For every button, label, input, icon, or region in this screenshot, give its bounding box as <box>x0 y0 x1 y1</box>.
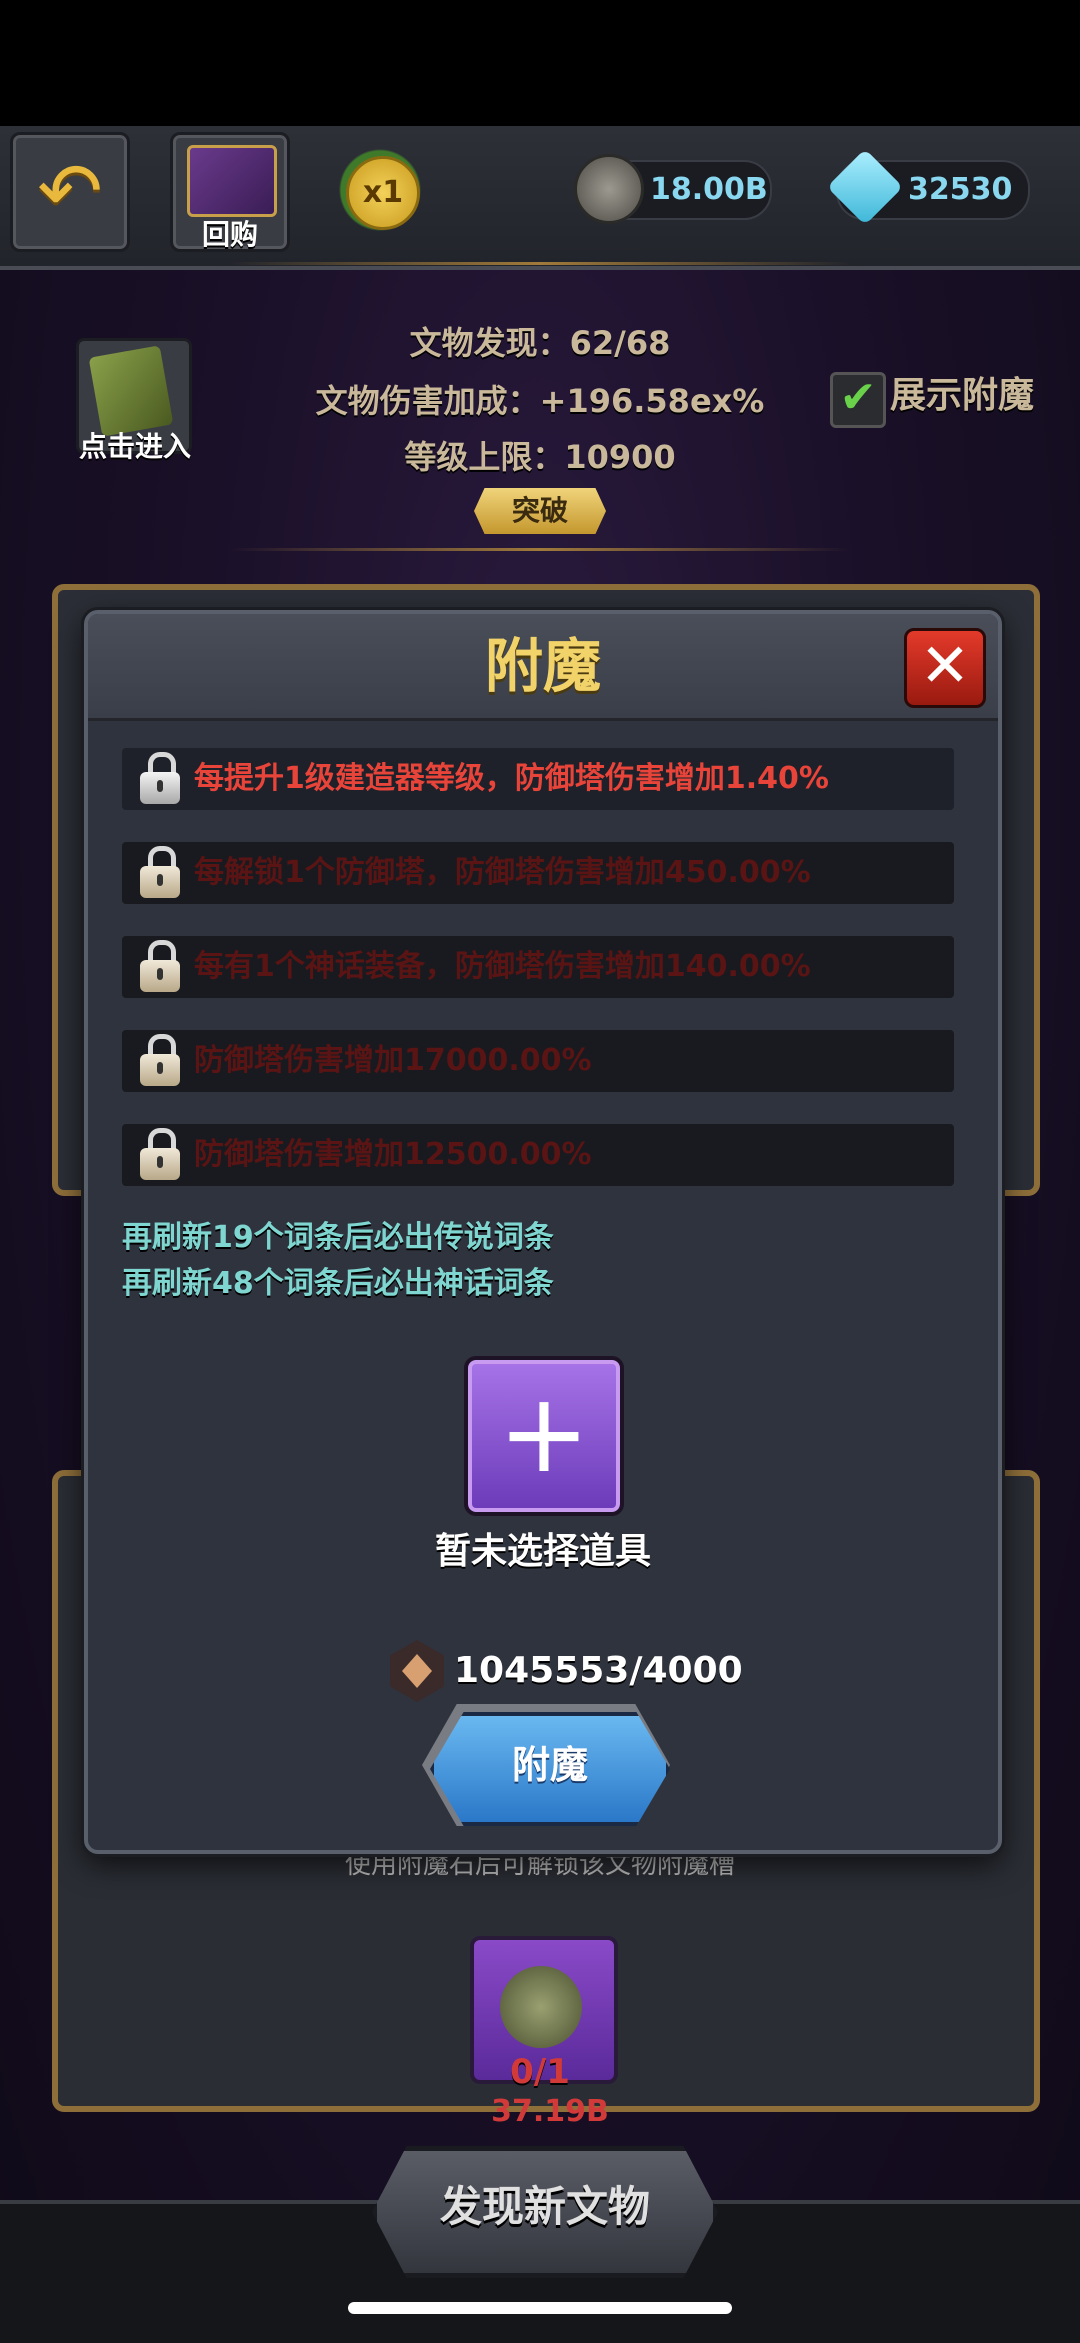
affix-text: 每有1个神话装备，防御塔伤害增加140.00% <box>194 949 811 984</box>
gear-coin-icon <box>574 154 644 224</box>
affix-text: 每提升1级建造器等级，防御塔伤害增加1.40% <box>194 761 829 796</box>
artifact-icon <box>88 345 174 437</box>
affix-text: 防御塔伤害增加17000.00% <box>194 1043 592 1078</box>
lock-icon[interactable] <box>140 846 180 898</box>
level-cap: 等级上限：10900 <box>404 438 676 476</box>
close-icon: ✕ <box>919 631 971 701</box>
affix-row[interactable]: 防御塔伤害增加17000.00% <box>122 1030 954 1092</box>
damage-bonus: 文物伤害加成：+196.58ex% <box>315 382 765 420</box>
divider <box>230 262 850 265</box>
discover-new-artifact-button[interactable]: 发现新文物 <box>372 2146 718 2278</box>
undo-arrow-icon: ↶ <box>37 147 103 237</box>
divider <box>230 548 850 551</box>
affix-row[interactable]: 每解锁1个防御塔，防御塔伤害增加450.00% <box>122 842 954 904</box>
discovered-count: 文物发现：62/68 <box>409 324 671 362</box>
affix-text: 每解锁1个防御塔，防御塔伤害增加450.00% <box>194 855 811 890</box>
myth-pity-hint: 再刷新48个词条后必出神话词条 <box>122 1266 554 1301</box>
lock-icon[interactable] <box>140 1034 180 1086</box>
enchant-stone-icon <box>500 1966 582 2048</box>
affix-row[interactable]: 每提升1级建造器等级，防御塔伤害增加1.40% <box>122 748 954 810</box>
home-indicator <box>348 2302 732 2314</box>
lock-icon[interactable] <box>140 752 180 804</box>
lock-icon[interactable] <box>140 1128 180 1180</box>
enchant-button[interactable]: 附魔 <box>430 1712 670 1826</box>
enchant-stone-icon <box>390 1640 444 1702</box>
back-button[interactable]: ↶ <box>10 132 130 252</box>
add-item-slot[interactable]: + <box>464 1356 624 1516</box>
enchant-dialog: 附魔 ✕ 每提升1级建造器等级，防御塔伤害增加1.40% 每解锁1个防御塔，防御… <box>84 610 1002 1854</box>
gold-value: 18.00B <box>650 172 768 207</box>
speed-label: x1 <box>346 156 420 230</box>
speed-button[interactable]: x1 <box>330 140 430 240</box>
gem-currency: 32530 <box>826 148 1030 226</box>
affix-row[interactable]: 防御塔伤害增加12500.00% <box>122 1124 954 1186</box>
legend-pity-hint: 再刷新19个词条后必出传说词条 <box>122 1220 554 1255</box>
breakthrough-button[interactable]: 突破 <box>474 488 606 534</box>
enchant-cost: 1045553/4000 <box>454 1650 743 1691</box>
discover-cost: 37.19B <box>491 2094 609 2129</box>
lock-icon[interactable] <box>140 940 180 992</box>
show-enchant-label: 展示附魔 <box>890 375 1035 416</box>
buyback-label: 回购 <box>201 218 258 251</box>
book-icon <box>187 145 277 217</box>
no-item-label: 暂未选择道具 <box>434 1531 651 1572</box>
plus-icon: + <box>497 1369 591 1497</box>
dialog-title: 附魔 <box>484 632 601 700</box>
close-button[interactable]: ✕ <box>904 628 986 708</box>
gold-currency: 18.00B <box>574 154 772 224</box>
show-enchant-toggle[interactable]: ✔ 展示附魔 <box>830 366 1070 428</box>
affix-row[interactable]: 每有1个神话装备，防御塔伤害增加140.00% <box>122 936 954 998</box>
affix-text: 防御塔伤害增加12500.00% <box>194 1137 592 1172</box>
gem-value: 32530 <box>908 172 1013 207</box>
slot-count: 0/1 <box>510 2052 570 2092</box>
enter-label[interactable]: 点击进入 <box>60 425 210 465</box>
buyback-button[interactable]: 回购 <box>170 132 290 252</box>
checkmark-icon: ✔ <box>830 372 886 428</box>
